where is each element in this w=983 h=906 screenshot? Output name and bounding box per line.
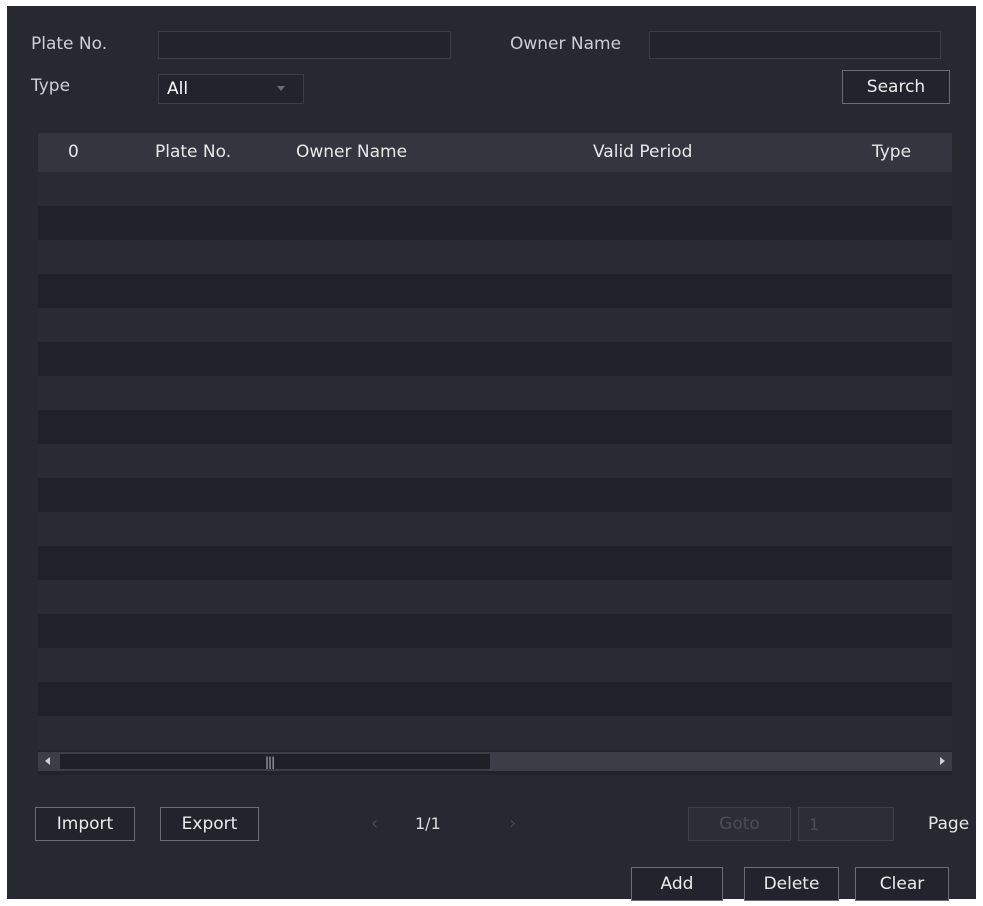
type-dropdown-value: All (167, 79, 189, 99)
table-row[interactable] (38, 682, 952, 716)
table-row[interactable] (38, 512, 952, 546)
plate-no-label: Plate No. (31, 34, 108, 54)
next-page-icon[interactable]: › (509, 813, 516, 834)
scroll-left-icon[interactable] (45, 757, 50, 765)
table-row[interactable] (38, 274, 952, 308)
owner-name-input[interactable] (649, 31, 941, 59)
plate-list-panel: Plate No. Owner Name Type All Search 0 P… (7, 6, 976, 901)
owner-name-label: Owner Name (510, 34, 622, 54)
chevron-down-icon (277, 86, 285, 91)
table-row[interactable] (38, 342, 952, 376)
add-button[interactable]: Add (631, 867, 723, 901)
column-header-owner-name[interactable]: Owner Name (296, 142, 407, 162)
column-header-index[interactable]: 0 (68, 142, 79, 162)
search-button[interactable]: Search (842, 70, 950, 104)
delete-button[interactable]: Delete (744, 867, 839, 901)
table-row[interactable] (38, 648, 952, 682)
table-row[interactable] (38, 614, 952, 648)
table-row[interactable] (38, 376, 952, 410)
table-row[interactable] (38, 546, 952, 580)
page-label: Page (928, 814, 970, 834)
table-row[interactable] (38, 308, 952, 342)
plate-no-input[interactable] (158, 31, 451, 59)
column-header-valid-period[interactable]: Valid Period (593, 142, 692, 162)
goto-page-input[interactable]: 1 (798, 807, 894, 841)
previous-page-icon[interactable]: ‹ (371, 813, 378, 834)
table-row[interactable] (38, 580, 952, 614)
table-row[interactable] (38, 410, 952, 444)
type-label: Type (31, 76, 71, 96)
table-row[interactable] (38, 172, 952, 206)
goto-button[interactable]: Goto (688, 807, 791, 841)
horizontal-scrollbar[interactable]: ||| (38, 752, 952, 771)
table-row[interactable] (38, 478, 952, 512)
grip-icon: ||| (265, 755, 275, 769)
column-header-type[interactable]: Type (872, 142, 911, 162)
import-button[interactable]: Import (35, 807, 135, 841)
scrollbar-thumb[interactable]: ||| (60, 754, 490, 769)
clear-button[interactable]: Clear (855, 867, 949, 901)
export-button[interactable]: Export (160, 807, 259, 841)
plate-table: 0 Plate No. Owner Name Valid Period Type… (38, 133, 952, 775)
page-indicator: 1/1 (415, 814, 441, 833)
table-row[interactable] (38, 716, 952, 750)
type-dropdown[interactable]: All (158, 74, 304, 104)
scroll-right-icon[interactable] (940, 757, 945, 765)
table-row[interactable] (38, 240, 952, 274)
column-header-plate-no[interactable]: Plate No. (155, 142, 231, 162)
table-row[interactable] (38, 206, 952, 240)
table-header: 0 Plate No. Owner Name Valid Period Type (38, 133, 952, 172)
table-row[interactable] (38, 444, 952, 478)
